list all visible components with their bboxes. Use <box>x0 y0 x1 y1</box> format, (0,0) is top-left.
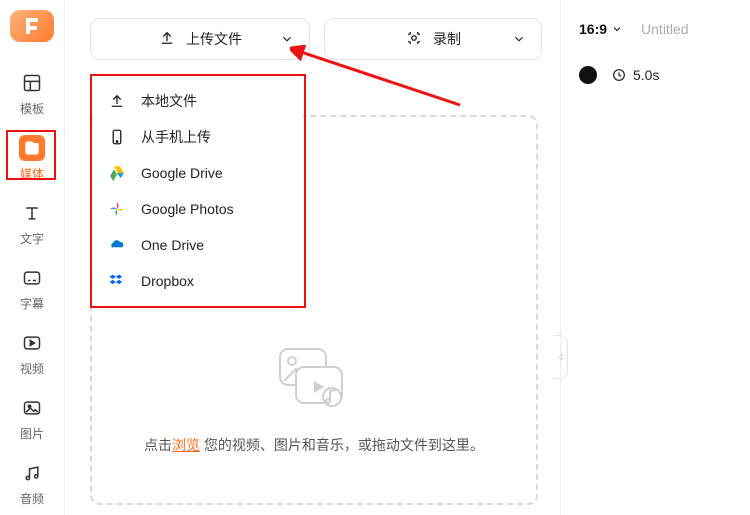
dropdown-item-label: 从手机上传 <box>141 127 211 147</box>
dropdown-item-label: 本地文件 <box>141 91 197 111</box>
text-icon <box>19 200 45 226</box>
upload-label: 上传文件 <box>186 29 242 49</box>
dropdown-item-dropbox[interactable]: Dropbox <box>93 263 303 299</box>
media-add-icon <box>19 135 45 161</box>
chevron-down-icon <box>611 23 623 35</box>
aspect-ratio-selector[interactable]: 16:9 <box>579 21 623 37</box>
timeline-clip[interactable]: 5.0s <box>561 58 750 92</box>
clip-thumbnail <box>579 66 597 84</box>
clock-icon <box>611 67 627 83</box>
app-logo <box>10 10 54 42</box>
google-photos-icon <box>107 199 127 219</box>
sidebar-item-label: 视频 <box>20 360 44 377</box>
toolbar: 上传文件 录制 <box>90 18 542 60</box>
google-drive-icon <box>107 163 127 183</box>
sidebar-item-subtitles[interactable]: 字幕 <box>7 257 57 318</box>
sidebar-item-video[interactable]: 视频 <box>7 322 57 383</box>
sidebar-item-label: 模板 <box>20 100 44 117</box>
upload-dropdown-menu: 本地文件 从手机上传 Google Drive Google Photos On… <box>93 77 303 305</box>
dropdown-item-google-photos[interactable]: Google Photos <box>93 191 303 227</box>
dropdown-item-label: Google Photos <box>141 201 234 217</box>
sidebar-item-label: 媒体 <box>20 165 44 182</box>
upload-icon <box>158 29 176 50</box>
clip-duration: 5.0s <box>611 67 659 83</box>
right-panel: 16:9 Untitled 5.0s <box>560 0 750 515</box>
sidebar-item-image[interactable]: 图片 <box>7 387 57 448</box>
chevron-down-icon[interactable] <box>275 32 299 46</box>
template-icon <box>19 70 45 96</box>
record-button[interactable]: 录制 <box>324 18 542 60</box>
sidebar-item-label: 图片 <box>20 425 44 442</box>
dropzone-text: 点击浏览 您的视频、图片和音乐，或拖动文件到这里。 <box>144 435 484 455</box>
sidebar-item-text[interactable]: 文字 <box>7 192 57 253</box>
sidebar-item-audio[interactable]: 音频 <box>7 452 57 513</box>
upload-icon <box>107 91 127 111</box>
upload-button[interactable]: 上传文件 <box>90 18 310 60</box>
right-panel-header: 16:9 Untitled <box>561 0 750 58</box>
dropdown-item-local[interactable]: 本地文件 <box>93 83 303 119</box>
dropdown-item-phone[interactable]: 从手机上传 <box>93 119 303 155</box>
left-sidebar: 模板 媒体 文字 字幕 视频 图片 音频 <box>0 0 65 515</box>
subtitle-icon <box>19 265 45 291</box>
dropbox-icon <box>107 271 127 291</box>
sidebar-item-media[interactable]: 媒体 <box>7 127 57 188</box>
phone-icon <box>107 127 127 147</box>
sidebar-item-label: 文字 <box>20 230 44 247</box>
image-icon <box>19 395 45 421</box>
dropdown-item-label: Google Drive <box>141 165 223 181</box>
sidebar-item-label: 音频 <box>20 490 44 507</box>
onedrive-icon <box>107 235 127 255</box>
browse-link[interactable]: 浏览 <box>172 437 200 453</box>
sidebar-item-templates[interactable]: 模板 <box>7 62 57 123</box>
record-icon <box>405 29 423 50</box>
dropdown-item-google-drive[interactable]: Google Drive <box>93 155 303 191</box>
sidebar-item-label: 字幕 <box>20 295 44 312</box>
dropdown-item-label: One Drive <box>141 237 204 253</box>
chevron-down-icon[interactable] <box>507 32 531 46</box>
video-icon <box>19 330 45 356</box>
dropdown-item-label: Dropbox <box>141 273 194 289</box>
record-label: 录制 <box>433 29 461 49</box>
dropdown-item-onedrive[interactable]: One Drive <box>93 227 303 263</box>
project-title[interactable]: Untitled <box>641 21 688 37</box>
audio-icon <box>19 460 45 486</box>
dropzone-illustration-icon <box>274 345 354 413</box>
